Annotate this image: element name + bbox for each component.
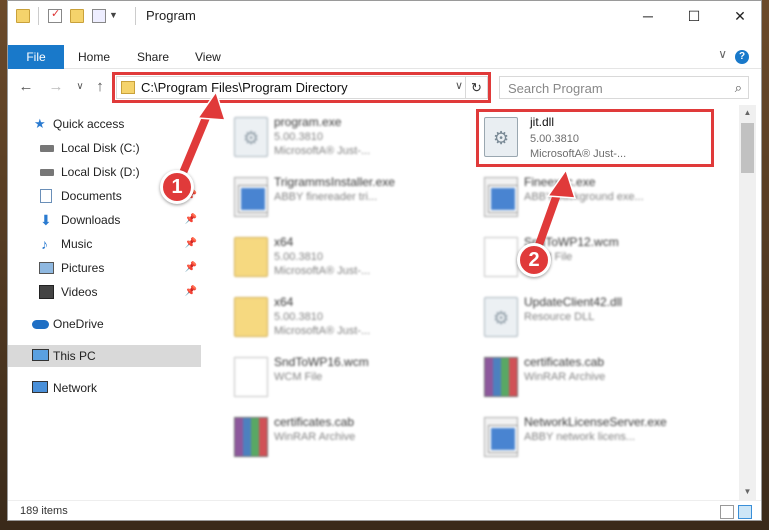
- videos-icon: [39, 285, 54, 299]
- large-icons-view-button[interactable]: [738, 505, 752, 519]
- up-button[interactable]: ↑: [90, 77, 110, 97]
- file-item[interactable]: x64 5.00.3810 MicrosoftA® Just-...: [224, 289, 474, 345]
- search-input[interactable]: Search Program ⌕: [499, 76, 749, 99]
- file-item[interactable]: Fineexec.exe ABBY background exe...: [474, 169, 724, 225]
- navigation-pane: ★ Quick access Local Disk (C:) Local Dis…: [8, 105, 201, 500]
- close-button[interactable]: ✕: [717, 1, 761, 31]
- archive-icon: [234, 417, 268, 457]
- sidebar-item-music[interactable]: ♪ Music 📌: [8, 233, 201, 255]
- pin-icon[interactable]: 📌: [185, 257, 197, 279]
- tab-share[interactable]: Share: [137, 45, 169, 69]
- file-item[interactable]: SndToWP12.wcm WCM File: [474, 229, 724, 285]
- collapse-ribbon-button[interactable]: ∨: [718, 47, 727, 61]
- file-item[interactable]: x64 5.00.3810 MicrosoftA® Just-...: [224, 229, 474, 285]
- explorer-window: ✓ ▼ Program ─ ☐ ✕ File Home Share View ∨…: [7, 0, 762, 521]
- file-highlight-box: [476, 109, 714, 167]
- folder-icon: [234, 237, 268, 277]
- folder-icon[interactable]: [16, 9, 30, 23]
- computer-icon: [32, 349, 49, 361]
- search-icon[interactable]: ⌕: [735, 80, 742, 96]
- file-item[interactable]: certificates.cab WinRAR Archive: [474, 349, 724, 405]
- separator: [38, 7, 39, 25]
- sidebar-item-pictures[interactable]: Pictures 📌: [8, 257, 201, 279]
- search-placeholder: Search Program: [508, 81, 603, 96]
- drive-icon: [40, 169, 54, 176]
- step-1-badge: 1: [160, 170, 194, 204]
- file-item[interactable]: certificates.cab WinRAR Archive: [224, 409, 474, 465]
- archive-icon: [484, 357, 518, 397]
- document-icon: [234, 357, 268, 397]
- gear-icon: [234, 117, 268, 157]
- file-item[interactable]: TrigrammsInstaller.exe ABBY finereader t…: [224, 169, 474, 225]
- gear-icon: [484, 297, 518, 337]
- file-item[interactable]: NetworkLicenseServer.exe ABBY network li…: [474, 409, 724, 465]
- window-title: Program: [146, 8, 196, 23]
- file-item[interactable]: SndToWP16.wcm WCM File: [224, 349, 474, 405]
- navigation-bar: ← → ∨ ↑ C:\Program Files\Program Directo…: [8, 71, 761, 103]
- separator: [135, 7, 136, 25]
- item-count: 189 items: [20, 505, 68, 517]
- document-icon: [484, 237, 518, 277]
- minimize-button[interactable]: ─: [625, 1, 671, 31]
- properties-icon[interactable]: ✓: [48, 8, 62, 23]
- forward-button[interactable]: →: [46, 77, 66, 97]
- chevron-down-icon[interactable]: ▼: [109, 10, 123, 24]
- exe-icon: [234, 177, 268, 217]
- music-icon: ♪: [41, 236, 48, 252]
- sidebar-item-downloads[interactable]: ⬇ Downloads 📌: [8, 209, 201, 231]
- help-icon[interactable]: ?: [735, 50, 749, 64]
- sidebar-item-quick-access[interactable]: ★ Quick access: [8, 113, 201, 135]
- scroll-down-button[interactable]: ▼: [739, 484, 756, 500]
- customize-icon[interactable]: [92, 9, 106, 23]
- download-icon: ⬇: [40, 212, 52, 228]
- pictures-icon: [39, 262, 54, 274]
- folder-icon: [234, 297, 268, 337]
- status-bar: 189 items: [8, 500, 761, 520]
- tab-file[interactable]: File: [8, 45, 64, 69]
- ribbon: File Home Share View ∨ ?: [8, 45, 761, 69]
- recent-locations-button[interactable]: ∨: [70, 77, 90, 97]
- file-item[interactable]: UpdateClient42.dll Resource DLL: [474, 289, 724, 345]
- file-item[interactable]: program.exe 5.00.3810 MicrosoftA® Just-.…: [224, 109, 474, 165]
- sidebar-item-videos[interactable]: Videos 📌: [8, 281, 201, 303]
- new-folder-icon[interactable]: [70, 9, 84, 23]
- star-icon: ★: [34, 116, 46, 131]
- scroll-up-button[interactable]: ▲: [739, 105, 756, 121]
- network-icon: [32, 381, 48, 393]
- sidebar-item-this-pc[interactable]: This PC: [8, 345, 201, 367]
- tab-view[interactable]: View: [195, 45, 221, 69]
- pin-icon[interactable]: 📌: [185, 209, 197, 231]
- maximize-button[interactable]: ☐: [671, 1, 717, 31]
- tab-home[interactable]: Home: [78, 45, 110, 69]
- exe-icon: [484, 177, 518, 217]
- address-highlight-box: [112, 72, 491, 103]
- title-bar: ✓ ▼ Program ─ ☐ ✕: [8, 1, 761, 31]
- scroll-thumb[interactable]: [741, 123, 754, 173]
- sidebar-item-local-disk-c[interactable]: Local Disk (C:): [8, 137, 201, 159]
- file-list: program.exe 5.00.3810 MicrosoftA® Just-.…: [206, 105, 736, 500]
- cloud-icon: [32, 320, 49, 329]
- pin-icon[interactable]: 📌: [185, 281, 197, 303]
- sidebar-item-onedrive[interactable]: OneDrive: [8, 313, 201, 335]
- drive-icon: [40, 145, 54, 152]
- details-view-button[interactable]: [720, 505, 734, 519]
- pin-icon[interactable]: 📌: [185, 233, 197, 255]
- sidebar-item-network[interactable]: Network: [8, 377, 201, 399]
- documents-icon: [40, 189, 52, 203]
- exe-icon: [484, 417, 518, 457]
- vertical-scrollbar[interactable]: ▲ ▼: [739, 105, 756, 500]
- back-button[interactable]: ←: [16, 77, 36, 97]
- step-2-badge: 2: [517, 243, 551, 277]
